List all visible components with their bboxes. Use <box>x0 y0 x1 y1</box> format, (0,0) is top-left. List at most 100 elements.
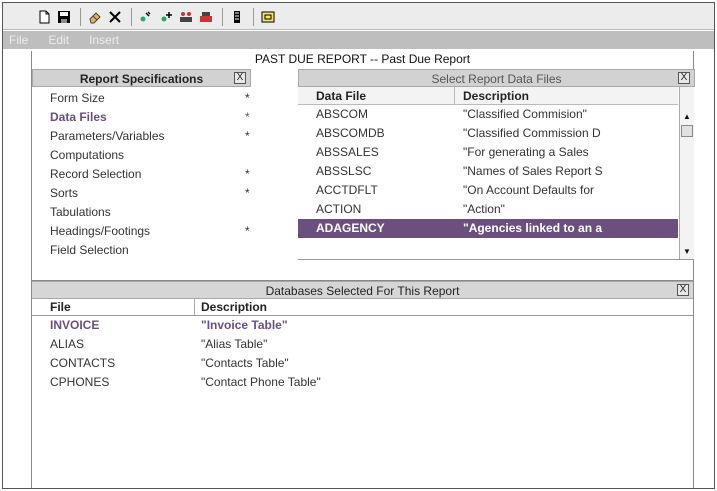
file-cell: ALIAS <box>50 337 85 351</box>
spec-item-label: Sorts <box>50 186 79 200</box>
scroll-down-arrow-icon[interactable]: ▼ <box>682 247 692 257</box>
eraser-icon[interactable] <box>86 8 104 26</box>
table-header: Data File Description <box>298 87 678 105</box>
spec-item-flag: * <box>245 91 250 105</box>
menu-bar: File Edit Insert <box>3 31 714 49</box>
description-cell: "Classified Commision" <box>463 107 587 121</box>
table-row[interactable]: ABSSALES "For generating a Sales <box>298 143 678 162</box>
spec-item-label: Computations <box>50 148 125 162</box>
report-designer: PAST DUE REPORT -- Past Due Report Repor… <box>31 51 695 488</box>
spec-item[interactable]: Data Files * <box>32 108 251 127</box>
table-row[interactable]: INVOICE "Invoice Table" <box>32 316 693 335</box>
spec-item[interactable]: Field Selection <box>32 241 251 260</box>
delete-icon[interactable] <box>106 8 124 26</box>
toolbar <box>3 3 714 30</box>
data-file-cell: ACCTDFLT <box>316 183 378 197</box>
add-tables-icon[interactable] <box>177 8 195 26</box>
description-cell: "Contact Phone Table" <box>201 375 321 389</box>
column-header-file[interactable]: File <box>32 299 195 315</box>
spec-item-flag: * <box>245 110 250 124</box>
panel-bottom-edge <box>298 259 694 267</box>
data-file-cell: ACTION <box>316 202 362 216</box>
report-specifications-header: Report Specifications X <box>32 69 251 87</box>
scrollbar-thumb[interactable] <box>681 125 693 137</box>
data-files-table: Data File Description ABSCOM "Classified … <box>298 87 678 259</box>
description-cell: "Action" <box>463 202 505 216</box>
vertical-scrollbar[interactable]: ▲ ▼ <box>679 87 694 259</box>
spec-item[interactable]: Headings/Footings * <box>32 222 251 241</box>
table-header: File Description <box>32 299 693 316</box>
databases-selected-header: Databases Selected For This Report X <box>32 281 693 299</box>
data-file-cell: ABSSLSC <box>316 164 372 178</box>
panel-title: Select Report Data Files <box>431 72 562 86</box>
spec-item-label: Field Selection <box>50 243 129 257</box>
edit-data-icon[interactable] <box>137 8 155 26</box>
data-files-rows: ABSCOM "Classified Commision" ABSCOMDB "Cla… <box>298 105 678 238</box>
toolbar-separator <box>222 7 223 26</box>
spec-item-flag: * <box>245 224 250 238</box>
table-row[interactable]: ACCTDFLT "On Account Defaults for <box>298 181 678 200</box>
description-cell: "On Account Defaults for <box>463 183 594 197</box>
table-row[interactable]: CPHONES "Contact Phone Table" <box>32 373 693 392</box>
spec-item-label: Data Files <box>50 110 107 124</box>
data-file-cell: ABSSALES <box>316 145 379 159</box>
menu-edit[interactable]: Edit <box>40 33 81 47</box>
spec-item[interactable]: Computations <box>32 146 251 165</box>
spec-item-label: Form Size <box>50 91 105 105</box>
spec-item[interactable]: Sorts * <box>32 184 251 203</box>
file-cell: INVOICE <box>50 318 100 332</box>
save-icon[interactable] <box>55 8 73 26</box>
description-cell: "Names of Sales Report S <box>463 164 603 178</box>
new-document-icon[interactable] <box>35 8 53 26</box>
close-icon[interactable]: X <box>677 284 689 296</box>
spec-item[interactable]: Tabulations <box>32 203 251 222</box>
panel-title: Report Specifications <box>79 72 204 86</box>
report-title: PAST DUE REPORT -- Past Due Report <box>254 52 471 66</box>
spec-item[interactable]: Form Size * <box>32 89 251 108</box>
report-layout-icon[interactable] <box>228 8 246 26</box>
properties-icon[interactable] <box>259 8 277 26</box>
close-icon[interactable]: X <box>678 72 690 84</box>
report-specifications-panel: Report Specifications X Form Size * Data F… <box>32 69 251 267</box>
data-file-cell: ADAGENCY <box>316 221 385 235</box>
remove-tables-icon[interactable] <box>197 8 215 26</box>
databases-rows: INVOICE "Invoice Table" ALIAS "Alias Table"… <box>32 316 693 392</box>
table-row[interactable]: ABSCOMDB "Classified Commission D <box>298 124 678 143</box>
toolbar-separator <box>253 7 254 26</box>
databases-selected-panel: Databases Selected For This Report X Fil… <box>32 280 693 488</box>
description-cell: "Classified Commission D <box>463 126 601 140</box>
spec-item-label: Headings/Footings <box>50 224 151 238</box>
column-header-description[interactable]: Description <box>195 299 267 315</box>
spec-item-flag: * <box>245 167 250 181</box>
description-cell: "Alias Table" <box>201 337 268 351</box>
menu-file[interactable]: File <box>3 33 40 47</box>
spec-list: Form Size * Data Files * Parameters/Variable… <box>32 87 251 260</box>
spec-item[interactable]: Parameters/Variables * <box>32 127 251 146</box>
column-header-data-file[interactable]: Data File <box>298 87 455 104</box>
description-cell: "Contacts Table" <box>201 356 289 370</box>
table-row[interactable]: ADAGENCY "Agencies linked to an a <box>298 219 678 238</box>
data-file-cell: ABSCOM <box>316 107 369 121</box>
table-row[interactable]: ABSSLSC "Names of Sales Report S <box>298 162 678 181</box>
spec-item-flag: * <box>245 129 250 143</box>
spec-item[interactable]: Record Selection * <box>32 165 251 184</box>
table-row[interactable]: ABSCOM "Classified Commision" <box>298 105 678 124</box>
menu-insert[interactable]: Insert <box>81 33 131 47</box>
data-file-cell: ABSCOMDB <box>316 126 385 140</box>
table-row[interactable]: CONTACTS "Contacts Table" <box>32 354 693 373</box>
select-data-files-header: Select Report Data Files X <box>298 69 695 87</box>
panel-title: Databases Selected For This Report <box>265 284 460 298</box>
table-row[interactable]: ACTION "Action" <box>298 200 678 219</box>
spec-item-label: Parameters/Variables <box>50 129 165 143</box>
select-data-files-panel: Select Report Data Files X Data File Des… <box>298 69 695 267</box>
table-row[interactable]: ALIAS "Alias Table" <box>32 335 693 354</box>
toolbar-separator <box>131 7 132 26</box>
column-header-description[interactable]: Description <box>455 87 529 104</box>
scroll-up-arrow-icon[interactable]: ▲ <box>682 112 692 122</box>
description-cell: "Agencies linked to an a <box>463 221 603 235</box>
spec-item-flag: * <box>245 186 250 200</box>
file-cell: CPHONES <box>50 375 110 389</box>
close-icon[interactable]: X <box>234 72 246 84</box>
file-cell: CONTACTS <box>50 356 116 370</box>
add-data-icon[interactable] <box>157 8 175 26</box>
